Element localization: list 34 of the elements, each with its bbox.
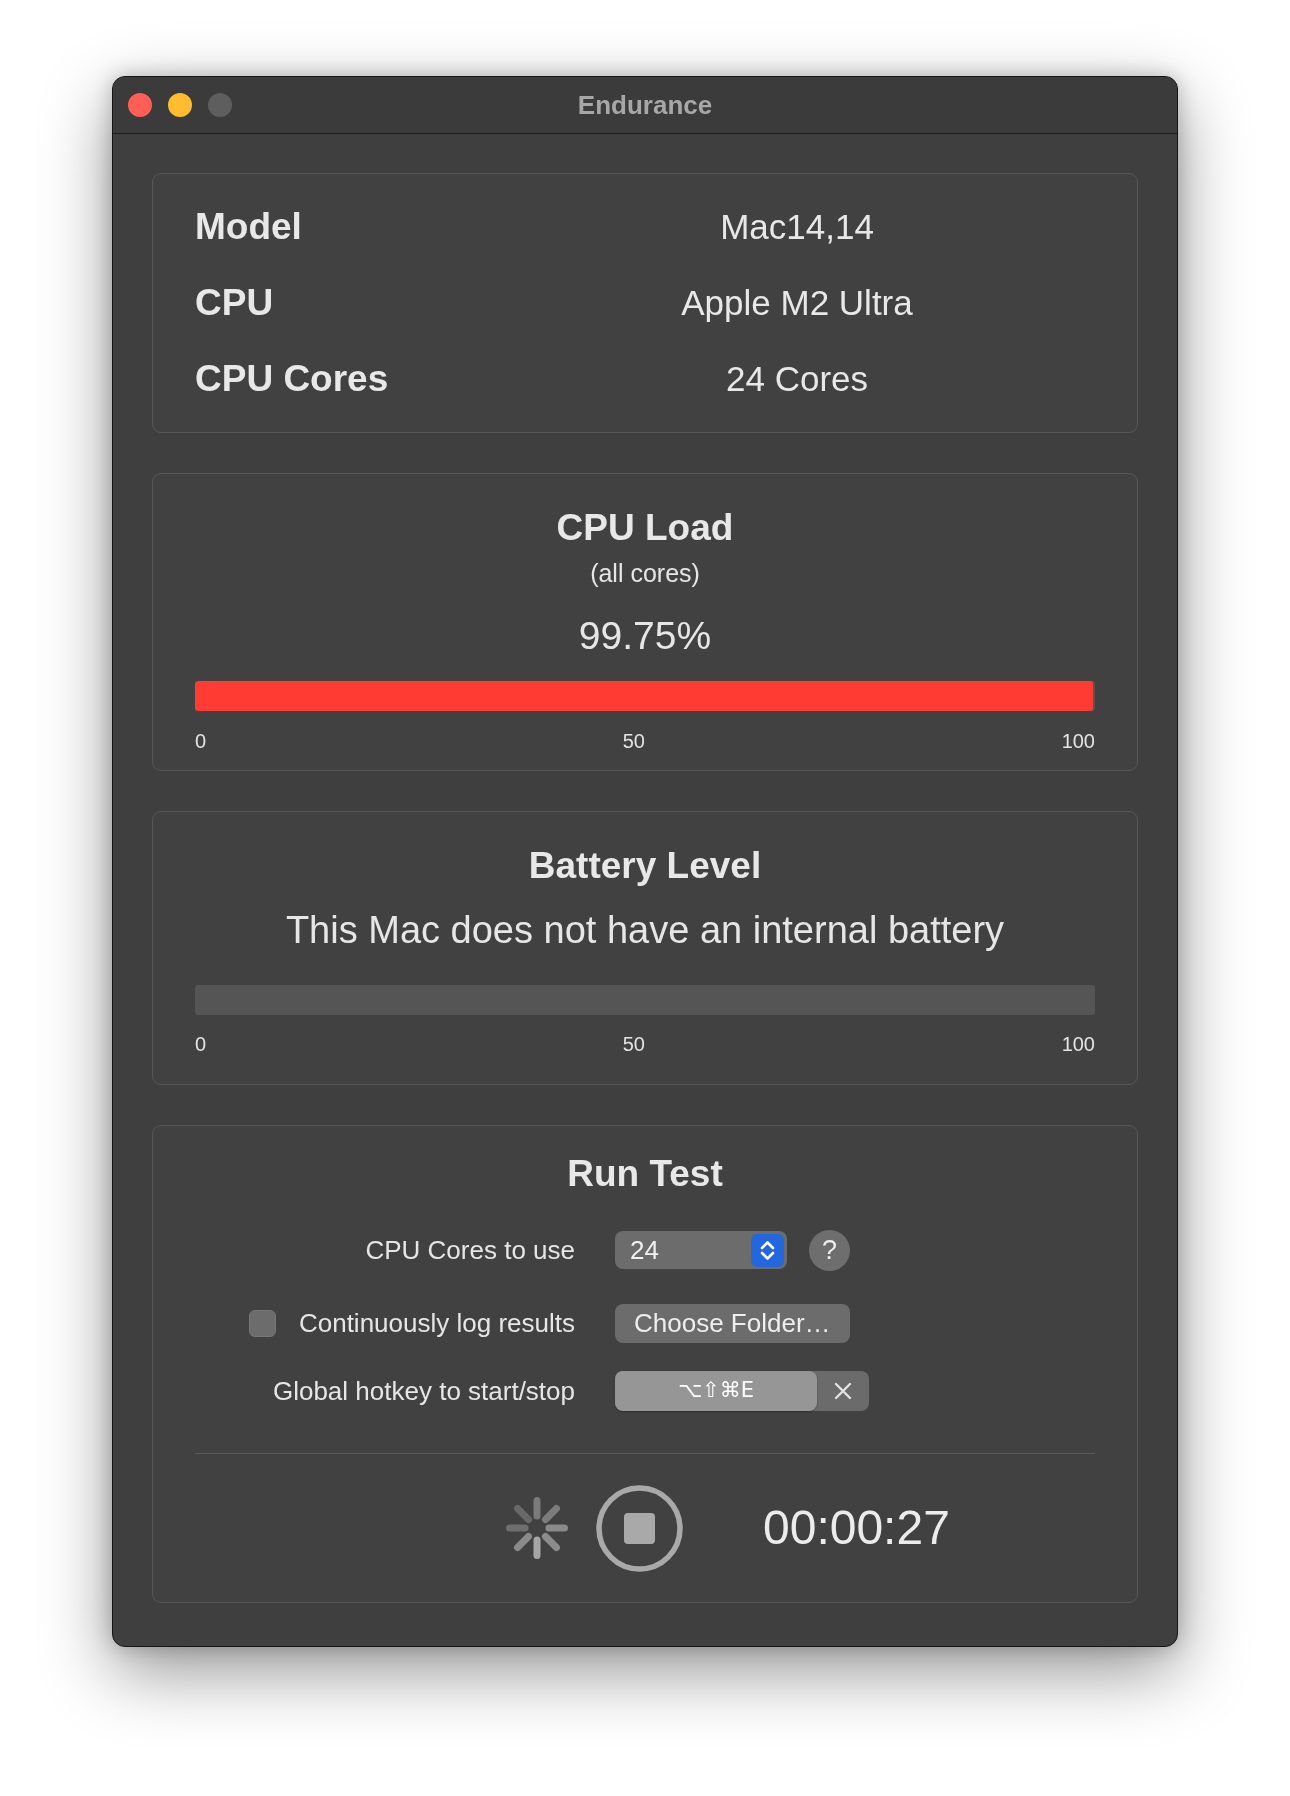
battery-message: This Mac does not have an internal battery [285, 908, 1005, 953]
close-icon [834, 1382, 852, 1400]
info-label: CPU Cores [195, 357, 389, 401]
section-title: Battery Level [528, 844, 762, 888]
info-value: 24 Cores [726, 358, 868, 400]
section-title: Run Test [567, 1152, 723, 1196]
shortcut-recorder[interactable]: ⌥⇧⌘E [615, 1371, 869, 1411]
scale-label: 100 [1061, 729, 1095, 753]
checkbox[interactable] [248, 1309, 276, 1337]
field-label: Global hotkey to start/stop [272, 1375, 575, 1407]
shortcut-field[interactable]: ⌥⇧⌘E [615, 1371, 817, 1411]
scale-label: 100 [1061, 1032, 1095, 1056]
section-title: CPU Load [556, 506, 734, 550]
scale-label: 50 [622, 1032, 645, 1056]
window-title: Endurance [577, 90, 713, 120]
checkbox-label: Continuously log results [298, 1307, 575, 1339]
info-value: Apple M2 Ultra [681, 282, 913, 324]
close-button[interactable] [128, 93, 152, 117]
minimize-button[interactable] [168, 93, 192, 117]
info-label: CPU [195, 281, 274, 325]
cores-field[interactable]: 24 [615, 1231, 787, 1269]
info-label: Model [195, 205, 302, 249]
stop-button[interactable] [596, 1484, 683, 1572]
load-percentage: 99.75% [578, 613, 712, 659]
scale-label: 50 [622, 729, 645, 753]
choose-folder-button[interactable]: Choose Folder… [615, 1303, 850, 1343]
scale-label: 0 [195, 729, 207, 753]
help-button[interactable]: ? [809, 1229, 850, 1271]
section-subtitle: (all cores) [590, 558, 700, 588]
elapsed-time: 00:00:27 [763, 1500, 950, 1556]
stepper-icon[interactable] [751, 1233, 784, 1267]
info-value: Mac14,14 [720, 206, 874, 248]
field-label: CPU Cores to use [365, 1234, 575, 1266]
scale-label: 0 [195, 1032, 207, 1056]
